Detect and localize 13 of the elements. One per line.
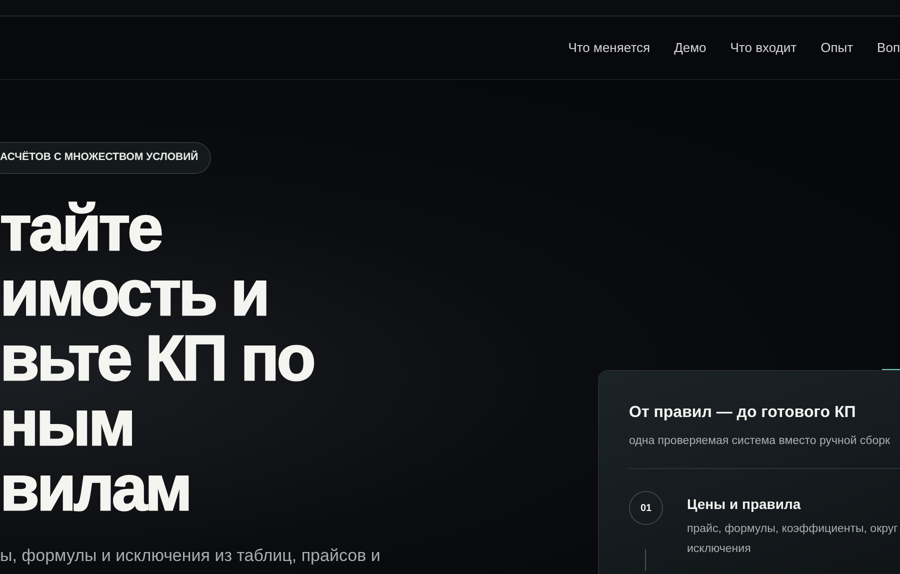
step-title: Цены и правила	[687, 495, 802, 514]
nav-link[interactable]: Демо	[674, 38, 706, 58]
hero-badge: АСЧЁТОВ С МНОЖЕСТВОМ УСЛОВИЙ	[0, 142, 212, 174]
nav-link[interactable]: Что меняется	[568, 38, 650, 58]
hero-headline: тайте имость и вьте КП по ным вилам	[0, 196, 314, 521]
hero-description: ы, формулы и исключения из таблиц, прайсов и	[0, 544, 380, 567]
card-title: От правил — до готового КП	[629, 403, 857, 423]
nav-link[interactable]: Что входит	[730, 38, 797, 58]
step-description: прайс, формулы, коэффициенты, округ исключения	[687, 522, 898, 558]
nav-link[interactable]: Опыт	[820, 38, 854, 58]
card-subtitle: одна проверяемая система вместо ручной сборк	[629, 434, 892, 449]
nav-link[interactable]: Воп	[877, 38, 900, 58]
step-number: 01	[629, 491, 663, 526]
